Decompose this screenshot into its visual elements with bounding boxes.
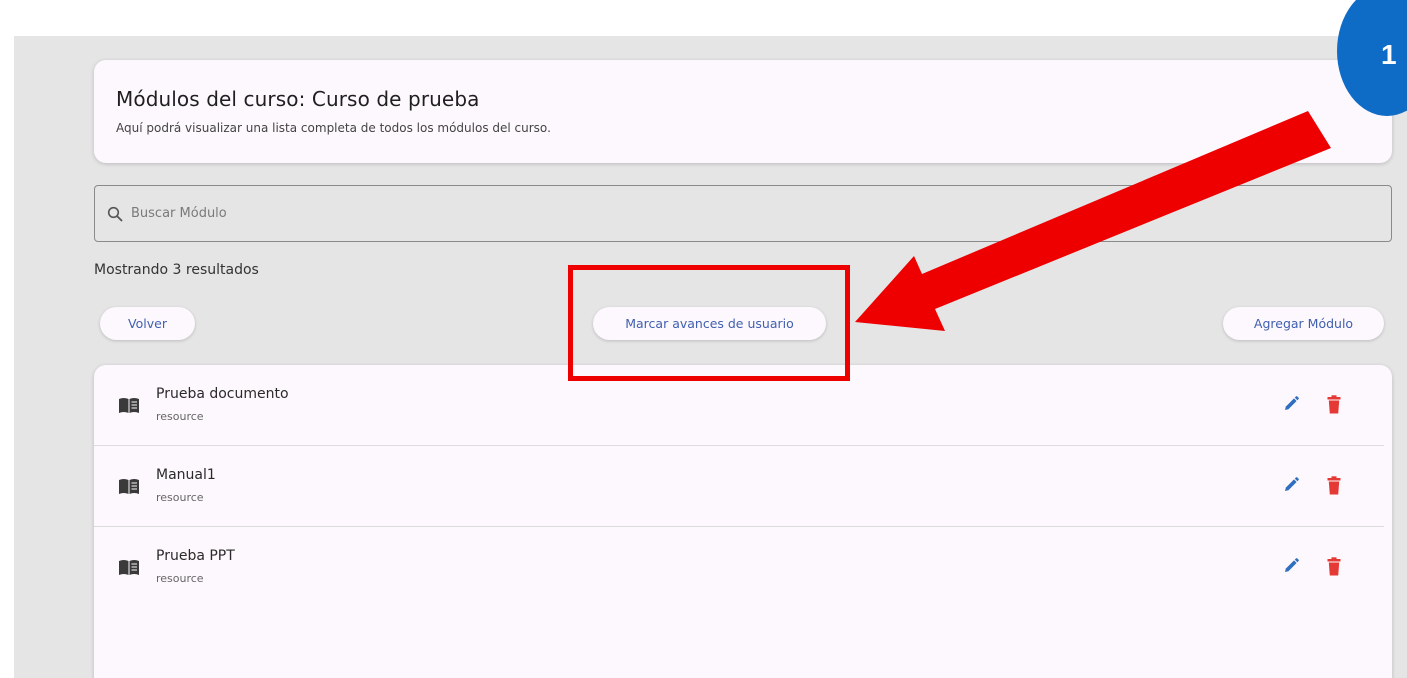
module-title: Prueba documento: [156, 386, 289, 402]
highlight-box: [568, 265, 850, 381]
results-count: Mostrando 3 resultados: [94, 262, 259, 278]
search-icon: [107, 206, 123, 221]
module-title: Prueba PPT: [156, 548, 235, 564]
page-header-card: Módulos del curso: Curso de prueba Aquí …: [94, 60, 1392, 163]
trash-icon[interactable]: [1326, 476, 1342, 495]
add-module-button[interactable]: Agregar Módulo: [1223, 307, 1384, 340]
list-item[interactable]: Manual1 resource: [94, 446, 1384, 527]
book-icon: [119, 398, 139, 413]
module-type: resource: [156, 410, 204, 423]
app-screen: Módulos del curso: Curso de prueba Aquí …: [0, 0, 1407, 678]
edit-icon[interactable]: [1282, 476, 1300, 494]
trash-icon[interactable]: [1326, 395, 1342, 414]
book-icon: [119, 560, 139, 575]
edit-icon[interactable]: [1282, 557, 1300, 575]
list-item[interactable]: Prueba PPT resource: [94, 527, 1384, 608]
module-type: resource: [156, 491, 204, 504]
book-icon: [119, 479, 139, 494]
search-field[interactable]: [94, 185, 1392, 242]
back-button[interactable]: Volver: [100, 307, 195, 340]
search-input[interactable]: [131, 206, 1287, 221]
edit-icon[interactable]: [1282, 395, 1300, 413]
module-title: Manual1: [156, 467, 216, 483]
trash-icon[interactable]: [1326, 557, 1342, 576]
module-list: Prueba documento resource Manual1 resour…: [94, 365, 1392, 678]
page-title: Módulos del curso: Curso de prueba: [116, 87, 480, 111]
page-subtitle: Aquí podrá visualizar una lista completa…: [116, 121, 551, 135]
module-type: resource: [156, 572, 204, 585]
